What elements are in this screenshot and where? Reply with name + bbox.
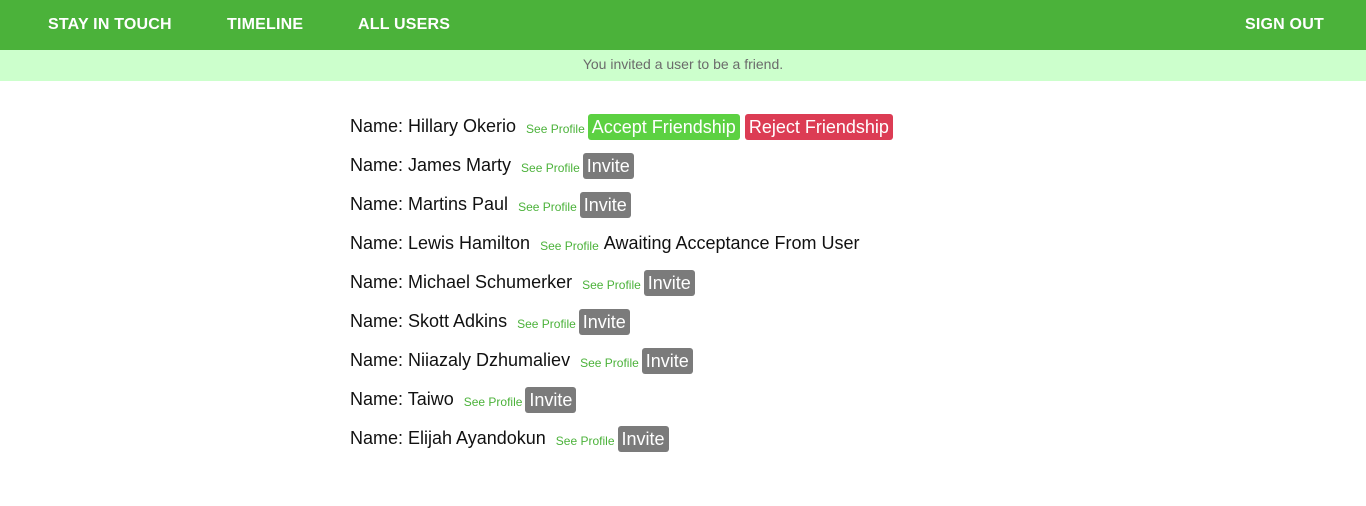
awaiting-acceptance-status: Awaiting Acceptance From User — [603, 233, 860, 253]
see-profile-link[interactable]: See Profile — [464, 395, 523, 409]
accept-friendship-button[interactable]: Accept Friendship — [587, 113, 740, 140]
user-name: Name: Elijah Ayandokun — [350, 428, 546, 448]
invite-button[interactable]: Invite — [643, 269, 695, 296]
see-profile-link[interactable]: See Profile — [521, 161, 580, 175]
invite-button[interactable]: Invite — [617, 425, 669, 452]
see-profile-link[interactable]: See Profile — [526, 122, 585, 136]
user-row-martins-paul: Name: Martins Paul See Profile Invite — [350, 185, 893, 224]
reject-friendship-button[interactable]: Reject Friendship — [744, 113, 893, 140]
user-row-lewis-hamilton: Name: Lewis Hamilton See Profile Awaitin… — [350, 224, 893, 263]
user-row-taiwo: Name: Taiwo See Profile Invite — [350, 380, 893, 419]
user-name: Name: Michael Schumerker — [350, 272, 573, 292]
notice-text: You invited a user to be a friend. — [582, 56, 784, 72]
brand-link[interactable]: STAY IN TOUCH — [48, 0, 172, 50]
see-profile-link[interactable]: See Profile — [540, 239, 599, 253]
user-row-michael-schumerker: Name: Michael Schumerker See Profile Inv… — [350, 263, 893, 302]
invite-button[interactable]: Invite — [578, 308, 630, 335]
nav-all-users-link[interactable]: ALL USERS — [358, 0, 450, 50]
user-row-niiazaly-dzhumaliev: Name: Niiazaly Dzhumaliev See Profile In… — [350, 341, 893, 380]
user-name: Name: Lewis Hamilton — [350, 233, 531, 253]
invite-button[interactable]: Invite — [582, 152, 634, 179]
nav-timeline-link[interactable]: TIMELINE — [227, 0, 303, 50]
user-name: Name: Skott Adkins — [350, 311, 508, 331]
user-list: Name: Hillary Okerio See Profile Accept … — [350, 107, 893, 458]
user-name: Name: Hillary Okerio — [350, 116, 517, 136]
user-row-james-marty: Name: James Marty See Profile Invite — [350, 146, 893, 185]
invite-button[interactable]: Invite — [641, 347, 693, 374]
invite-button[interactable]: Invite — [579, 191, 631, 218]
user-name: Name: James Marty — [350, 155, 512, 175]
notice-banner: You invited a user to be a friend. — [0, 50, 1366, 81]
user-row-hillary-okerio: Name: Hillary Okerio See Profile Accept … — [350, 107, 893, 146]
see-profile-link[interactable]: See Profile — [582, 278, 641, 292]
user-name: Name: Taiwo — [350, 389, 454, 409]
user-row-elijah-ayandokun: Name: Elijah Ayandokun See Profile Invit… — [350, 419, 893, 458]
see-profile-link[interactable]: See Profile — [556, 434, 615, 448]
user-row-skott-adkins: Name: Skott Adkins See Profile Invite — [350, 302, 893, 341]
user-name: Name: Martins Paul — [350, 194, 509, 214]
see-profile-link[interactable]: See Profile — [580, 356, 639, 370]
sign-out-link[interactable]: SIGN OUT — [1245, 0, 1324, 50]
top-navbar: STAY IN TOUCH TIMELINE ALL USERS SIGN OU… — [0, 0, 1366, 50]
user-name: Name: Niiazaly Dzhumaliev — [350, 350, 571, 370]
see-profile-link[interactable]: See Profile — [517, 317, 576, 331]
invite-button[interactable]: Invite — [525, 386, 577, 413]
see-profile-link[interactable]: See Profile — [518, 200, 577, 214]
